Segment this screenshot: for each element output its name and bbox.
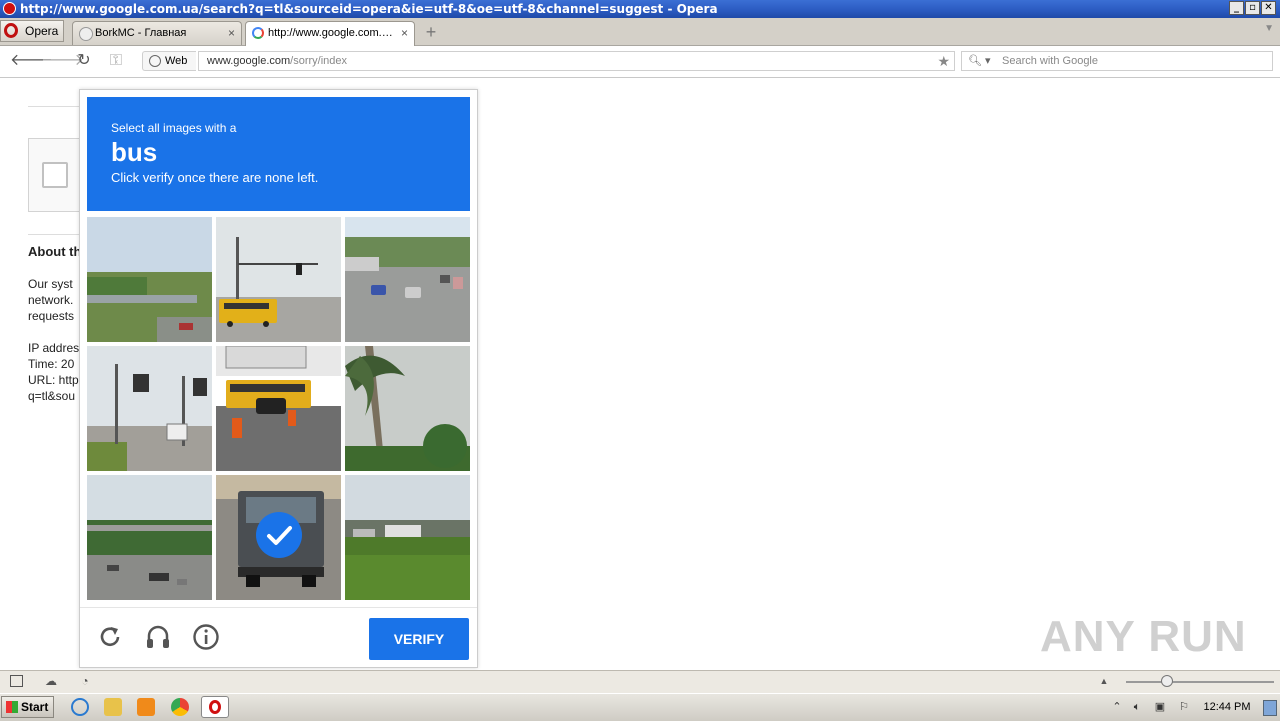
navigation-bar: 🡐 🡒 ↻ ⚿ Web www.google.com/sorry/index ★… bbox=[0, 46, 1280, 78]
captcha-challenge: Select all images with a bus Click verif… bbox=[79, 89, 478, 668]
captcha-tile[interactable] bbox=[87, 475, 212, 600]
back-arrow-icon[interactable]: 🡐 bbox=[10, 52, 53, 70]
minimize-button[interactable]: _ bbox=[1229, 1, 1244, 15]
restore-button[interactable]: ▫ bbox=[1245, 1, 1260, 15]
address-bar[interactable]: www.google.com/sorry/index ★ bbox=[198, 51, 955, 71]
info-line: Time: 20 bbox=[28, 357, 75, 371]
taskbar-clock[interactable]: 12:44 PM bbox=[1196, 694, 1258, 720]
para-line: requests bbox=[28, 309, 75, 323]
loading-icon bbox=[79, 27, 93, 41]
forward-arrow-icon[interactable]: 🡒 bbox=[41, 52, 84, 70]
volume-icon[interactable]: 🔈︎ bbox=[1130, 700, 1144, 714]
search-placeholder: Search with Google bbox=[1002, 55, 1098, 67]
speed-dial-icon[interactable]: ◔ bbox=[78, 674, 92, 688]
tab-borkmc[interactable]: BorkMC - Главная × bbox=[72, 21, 242, 45]
web-badge-label: Web bbox=[165, 55, 188, 67]
folder-icon[interactable] bbox=[104, 698, 122, 716]
close-window-button[interactable]: ✕ bbox=[1261, 1, 1276, 15]
window-title: http://www.google.com.ua/search?q=tl&sou… bbox=[20, 2, 718, 16]
tab-label: http://www.google.com.ua/... bbox=[268, 27, 396, 39]
captcha-tile[interactable] bbox=[216, 217, 341, 342]
zoom-slider-handle[interactable] bbox=[1161, 675, 1173, 687]
opera-task-button[interactable] bbox=[201, 696, 229, 718]
para-line: network. bbox=[28, 293, 74, 307]
tab-label: BorkMC - Главная bbox=[95, 27, 187, 39]
address-url: www.google.com/sorry/index bbox=[207, 52, 347, 70]
info-line: q=tl&sou bbox=[28, 389, 76, 403]
action-center-flag-icon[interactable]: ⚐ bbox=[1177, 700, 1191, 714]
tray-expand-icon[interactable]: ⌃ bbox=[1110, 700, 1124, 714]
bookmark-star-icon[interactable]: ★ bbox=[937, 52, 950, 70]
captcha-tile[interactable] bbox=[216, 475, 341, 600]
show-desktop-button[interactable] bbox=[1263, 700, 1277, 716]
para-line: Our syst bbox=[28, 277, 73, 291]
captcha-tile[interactable] bbox=[87, 346, 212, 471]
web-badge[interactable]: Web bbox=[142, 51, 196, 71]
status-bar: ☁ ◔ ▲ bbox=[0, 670, 1280, 693]
info-line: URL: http bbox=[28, 373, 79, 387]
about-heading: About th bbox=[28, 244, 82, 259]
verify-button[interactable]: VERIFY bbox=[369, 618, 469, 660]
windows-flag-icon bbox=[6, 701, 18, 713]
captcha-tile[interactable] bbox=[216, 346, 341, 471]
globe-icon bbox=[149, 55, 161, 67]
info-line: IP addres bbox=[28, 341, 80, 355]
new-tab-button[interactable]: + bbox=[421, 23, 441, 43]
zoom-slider[interactable] bbox=[1126, 681, 1274, 683]
captcha-instruction: Select all images with a bbox=[111, 121, 237, 135]
selected-check-icon bbox=[256, 512, 302, 558]
tab-list-chevron-icon[interactable]: ▼ bbox=[1264, 23, 1274, 34]
google-favicon-icon bbox=[252, 27, 264, 39]
search-bar[interactable]: 🔍︎ ▾ Search with Google bbox=[961, 51, 1273, 71]
opera-logo-icon bbox=[3, 2, 16, 15]
tab-close-icon[interactable]: × bbox=[228, 22, 235, 44]
anyrun-watermark: ANY RUN bbox=[1040, 612, 1247, 661]
start-label: Start bbox=[21, 700, 49, 714]
audio-icon[interactable] bbox=[142, 621, 174, 653]
captcha-tile[interactable] bbox=[345, 475, 470, 600]
recaptcha-checkbox[interactable] bbox=[42, 162, 68, 188]
network-icon[interactable]: ▣ bbox=[1153, 700, 1167, 714]
captcha-tile[interactable] bbox=[345, 217, 470, 342]
start-button[interactable]: Start bbox=[1, 696, 54, 718]
captcha-tile[interactable] bbox=[345, 346, 470, 471]
window-titlebar: http://www.google.com.ua/search?q=tl&sou… bbox=[0, 0, 1280, 18]
url-domain: www.google.com bbox=[207, 55, 291, 67]
opera-o-icon bbox=[4, 23, 18, 38]
reload-icon[interactable] bbox=[94, 621, 126, 653]
captcha-footer: VERIFY bbox=[80, 607, 477, 668]
url-path: /sorry/index bbox=[290, 55, 348, 67]
cloud-icon[interactable]: ☁ bbox=[44, 674, 58, 688]
captcha-target: bus bbox=[111, 137, 158, 167]
search-icon: 🔍︎ ▾ bbox=[968, 55, 991, 67]
panel-toggle-icon[interactable] bbox=[10, 675, 23, 687]
captcha-hint: Click verify once there are none left. bbox=[111, 170, 319, 185]
tab-google[interactable]: http://www.google.com.ua/... × bbox=[245, 21, 415, 46]
view-up-chevron-icon[interactable]: ▲ bbox=[1097, 674, 1111, 688]
internet-explorer-icon[interactable] bbox=[71, 698, 89, 716]
chrome-icon[interactable] bbox=[171, 698, 189, 716]
taskbar: Start ⌃ 🔈︎ ▣ ⚐ 12:44 PM bbox=[0, 693, 1280, 721]
tab-strip: Opera BorkMC - Главная × http://www.goog… bbox=[0, 18, 1280, 46]
tab-close-icon[interactable]: × bbox=[401, 22, 408, 44]
info-icon[interactable] bbox=[190, 621, 222, 653]
opera-menu-button[interactable]: Opera bbox=[0, 20, 64, 42]
opera-menu-label: Opera bbox=[25, 24, 59, 38]
key-icon[interactable]: ⚿ bbox=[105, 52, 127, 70]
media-player-icon[interactable] bbox=[137, 698, 155, 716]
captcha-tile[interactable] bbox=[87, 217, 212, 342]
captcha-header: Select all images with a bus Click verif… bbox=[87, 97, 470, 211]
opera-o-icon bbox=[209, 700, 221, 714]
reload-icon[interactable]: ↻ bbox=[74, 52, 94, 70]
